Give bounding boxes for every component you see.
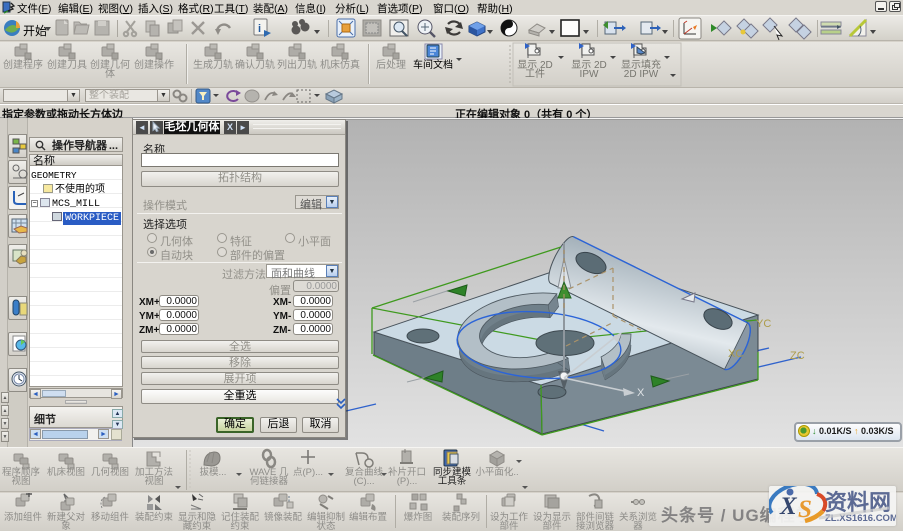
svg-text:X: X: [779, 493, 798, 520]
svg-text:XC: XC: [728, 348, 743, 360]
svg-text:S: S: [798, 496, 812, 523]
svg-text:YC: YC: [756, 318, 771, 330]
svg-text:X: X: [637, 387, 645, 399]
svg-text:ZC: ZC: [790, 350, 805, 362]
svg-text:i: i: [258, 23, 261, 35]
